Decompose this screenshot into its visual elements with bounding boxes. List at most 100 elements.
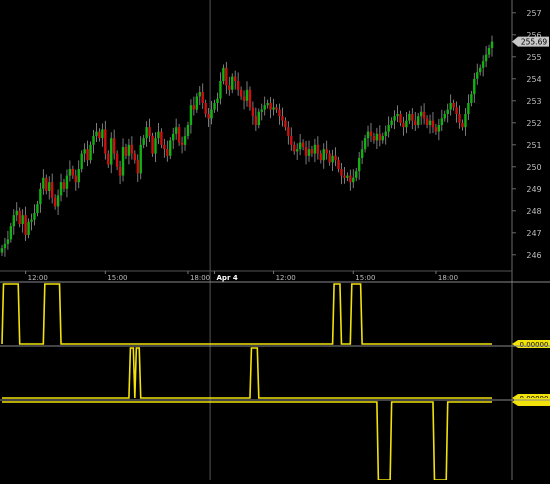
candle-body	[18, 210, 21, 224]
candle-body	[24, 215, 27, 235]
x-tick-label: 12:00	[28, 274, 48, 282]
candle-body	[186, 125, 190, 136]
candle-body	[272, 107, 275, 110]
candle-body	[387, 125, 390, 132]
candle-body	[21, 215, 24, 224]
candle-body	[33, 213, 36, 220]
candle-body	[201, 92, 204, 103]
candle-body	[301, 142, 305, 147]
candle-body	[169, 140, 172, 156]
candle-body	[77, 169, 80, 183]
candle-body	[422, 111, 426, 119]
candle-body	[189, 105, 193, 125]
candle-body	[284, 120, 287, 128]
candle-body	[174, 127, 178, 134]
candle-body	[228, 85, 231, 90]
candle-body	[219, 81, 222, 99]
candle-body	[425, 118, 429, 125]
candle-body	[325, 149, 328, 154]
candle-body	[195, 96, 199, 110]
candle-body	[92, 136, 95, 145]
candle-body	[346, 175, 349, 178]
candle-body	[166, 149, 169, 156]
candle-body	[225, 67, 228, 86]
candle-body	[6, 239, 10, 244]
candle-body	[484, 54, 488, 62]
chart-canvas[interactable]: 246247248249250251252253254255256257255.…	[0, 0, 550, 481]
candle-body	[130, 144, 134, 154]
candle-body	[369, 131, 373, 136]
candle-body	[192, 105, 196, 110]
candle-body	[281, 116, 284, 121]
y-tick-label: 247	[526, 229, 541, 238]
candle-body	[408, 114, 411, 121]
candle-body	[42, 177, 45, 189]
y-tick-label: 246	[526, 251, 541, 260]
candle-body	[160, 131, 163, 145]
candle-body	[363, 138, 367, 150]
chart-window: 246 247 248 249 250 251 252 253 254 255 256 257 255.…	[0, 0, 550, 481]
candle-body	[172, 133, 175, 141]
candle-body	[136, 160, 139, 174]
candle-body	[104, 129, 107, 154]
candle-body	[319, 153, 322, 161]
candle-body	[304, 147, 308, 156]
candle-body	[390, 120, 393, 125]
panel-separators	[0, 281, 550, 401]
candle-body	[248, 89, 252, 108]
candle-body	[112, 138, 116, 154]
candle-body	[287, 127, 290, 136]
candle-body	[290, 136, 293, 145]
candle-body	[157, 131, 160, 139]
x-tick-label: Apr 4	[217, 274, 238, 282]
candle-body	[154, 138, 157, 154]
candle-body	[337, 160, 340, 169]
candle-body	[101, 129, 104, 139]
candle-body	[15, 210, 18, 216]
candle-body	[316, 144, 320, 154]
x-tick-label: 18:00	[438, 274, 458, 282]
candle-body	[110, 138, 113, 165]
indicator-panel-2: 0.00000	[2, 347, 550, 403]
candle-body	[372, 136, 376, 141]
candle-body	[145, 127, 148, 139]
candle-body	[293, 144, 296, 152]
y-tick-label: 255	[526, 53, 541, 62]
candle-body	[233, 76, 237, 81]
time-axis[interactable]: 12:00 15:00 18:00 Apr 4 12:00 15:00 18:00	[0, 270, 512, 282]
y-tick-label: 251	[526, 141, 541, 150]
candle-body	[251, 107, 255, 117]
candle-body	[260, 109, 263, 112]
candle-body	[239, 89, 243, 97]
candle-body	[310, 149, 314, 154]
candle-body	[263, 105, 266, 110]
candle-body	[446, 109, 449, 114]
candle-body	[381, 136, 384, 141]
price-candles	[0, 35, 494, 257]
candle-body	[198, 92, 201, 97]
candle-body	[183, 136, 187, 145]
candle-body	[242, 96, 246, 101]
y-tick-label: 257	[526, 9, 541, 18]
candle-body	[245, 89, 249, 101]
candle-body	[384, 131, 387, 136]
candle-body	[396, 114, 399, 117]
candle-body	[298, 142, 302, 150]
indicator-value-label: 0.00000	[520, 341, 549, 349]
candle-body	[254, 116, 258, 125]
candle-body	[437, 125, 441, 132]
candle-body	[89, 144, 92, 161]
candle-body	[118, 166, 122, 176]
candle-body	[481, 61, 485, 68]
candle-body	[231, 76, 234, 90]
candle-body	[313, 144, 317, 154]
candle-body	[473, 78, 476, 95]
candle-body	[464, 114, 467, 128]
candle-body	[36, 204, 39, 213]
indicator-line	[1, 283, 492, 345]
candle-body	[452, 103, 455, 108]
candle-body	[440, 118, 444, 125]
candle-body	[467, 103, 470, 114]
price-axis[interactable]: 246247248249250251252253254255256257255.…	[511, 0, 550, 480]
y-tick-label: 254	[526, 75, 541, 84]
